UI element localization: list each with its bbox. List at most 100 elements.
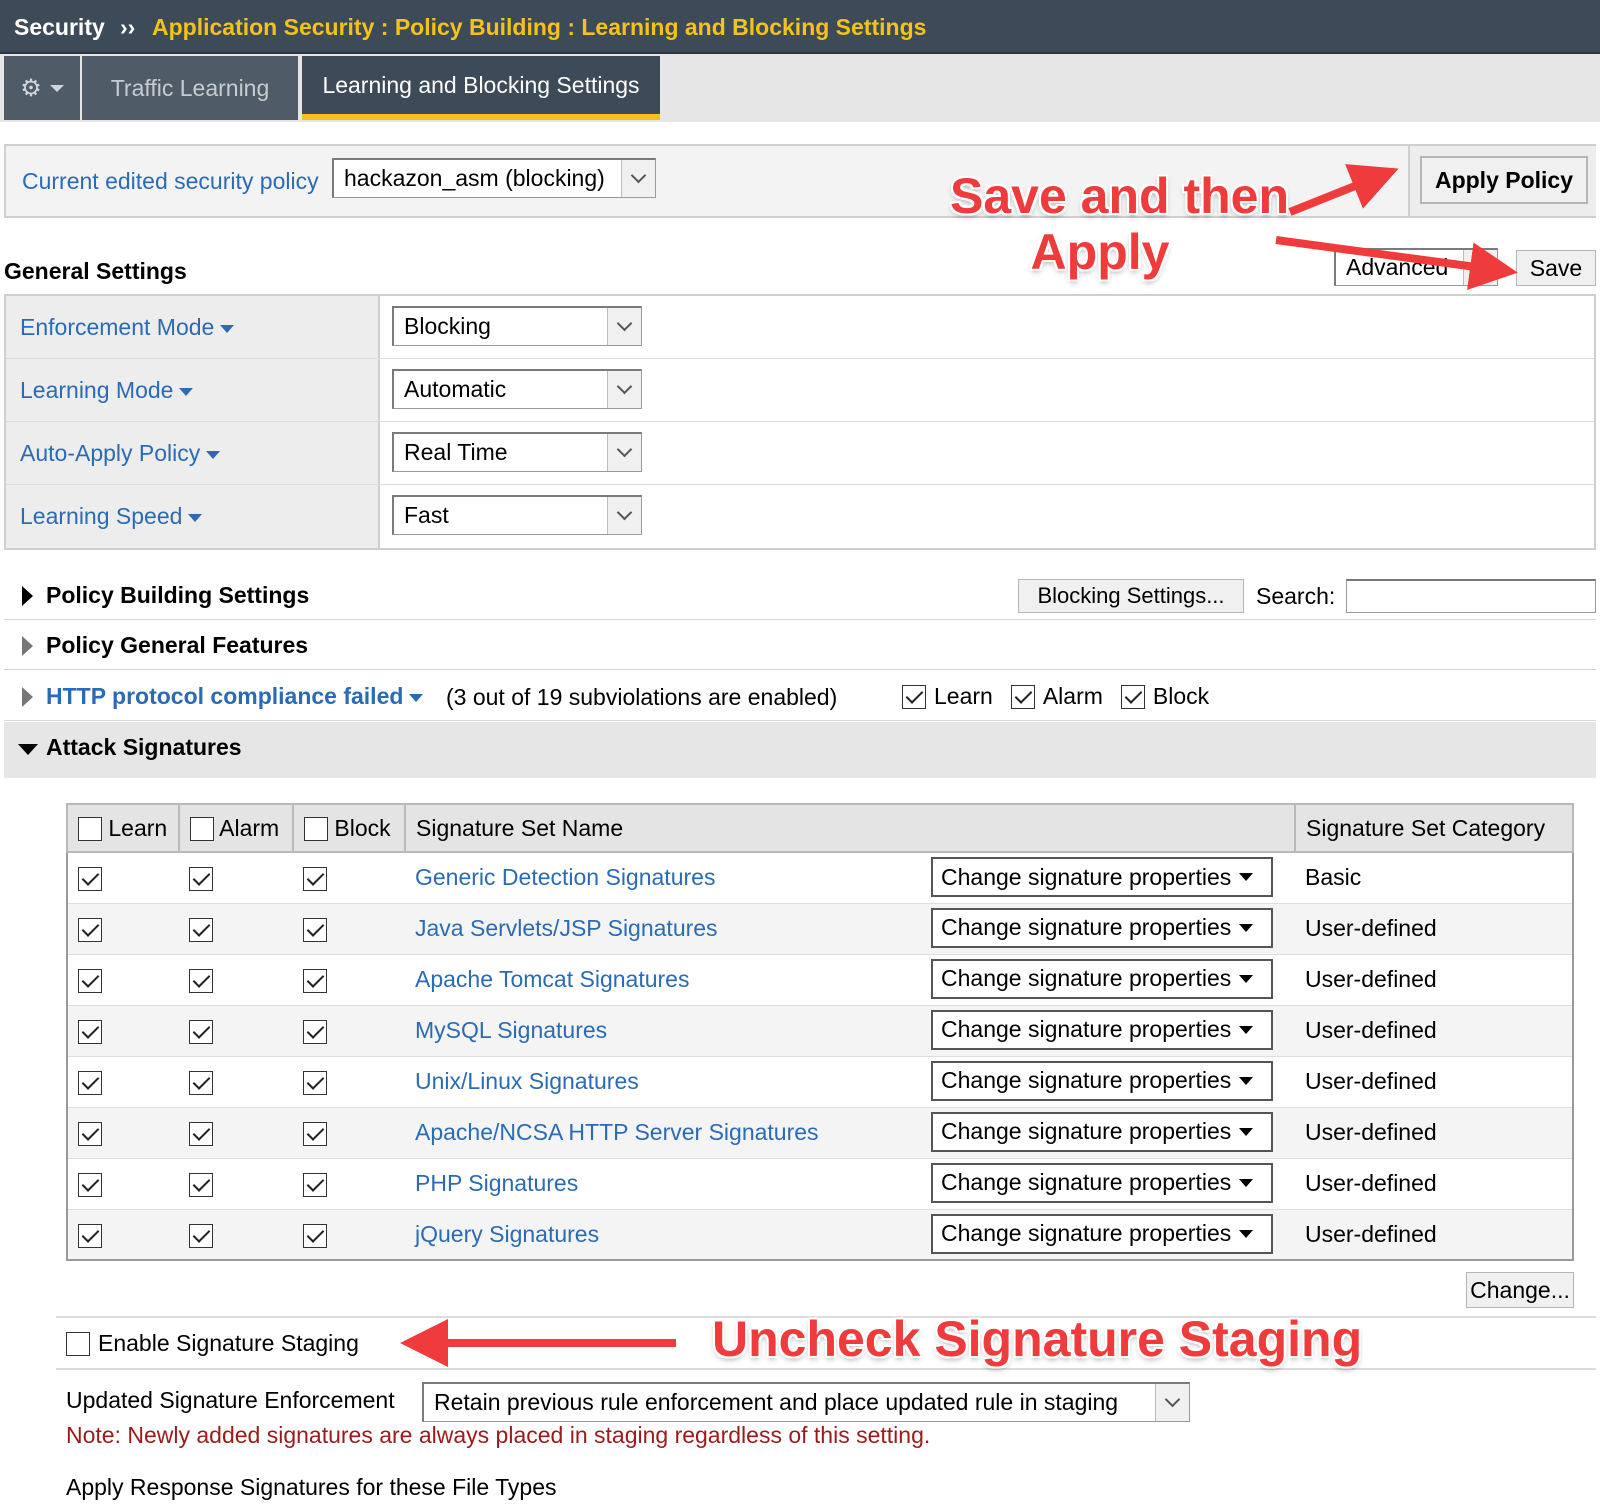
column-header-alarm[interactable]: Alarm [178,803,294,853]
http-alarm-checkbox[interactable]: Alarm [1010,683,1103,710]
change-signature-properties-dropdown[interactable]: Change signature properties [931,958,1273,999]
divider [56,1368,1596,1370]
block-checkbox[interactable] [303,1019,327,1044]
signature-set-link[interactable]: Java Servlets/JSP Signatures [415,915,718,941]
column-header-signature-set-name[interactable]: Signature Set Name [404,803,1296,853]
view-mode-select[interactable]: Advanced [1334,248,1498,286]
breadcrumb-separator: ›› [120,14,136,40]
learning-speed-select[interactable]: Fast [392,495,642,535]
save-button[interactable]: Save [1516,250,1596,286]
tab-bar: ⚙ Traffic Learning Learning and Blocking… [0,54,1600,122]
change-signature-properties-dropdown[interactable]: Change signature properties [931,1009,1273,1050]
chevron-down-icon [607,371,641,408]
alarm-checkbox[interactable] [189,968,213,993]
change-signature-properties-dropdown[interactable]: Change signature properties [931,1162,1273,1203]
block-checkbox[interactable] [303,1172,327,1197]
tab-learning-blocking-settings[interactable]: Learning and Blocking Settings [302,56,660,120]
general-settings-title: General Settings [4,258,187,284]
signature-set-link[interactable]: Generic Detection Signatures [415,864,715,890]
change-signature-properties-dropdown[interactable]: Change signature properties [931,857,1273,897]
tab-traffic-learning[interactable]: Traffic Learning [82,56,298,120]
http-compliance-link[interactable]: HTTP protocol compliance failed [46,683,424,710]
signature-set-link[interactable]: MySQL Signatures [415,1017,607,1043]
signature-set-link[interactable]: Unix/Linux Signatures [415,1068,639,1094]
column-header-signature-set-category[interactable]: Signature Set Category [1294,803,1574,853]
signature-set-link[interactable]: jQuery Signatures [415,1221,599,1247]
block-checkbox[interactable] [303,1070,327,1095]
learn-checkbox[interactable] [78,1172,102,1197]
caret-down-icon [1239,1076,1254,1085]
search-label: Search: [1256,583,1336,609]
apply-policy-button[interactable]: Apply Policy [1420,156,1588,204]
policy-label[interactable]: Current edited security policy [22,168,319,195]
alarm-checkbox[interactable] [189,1172,213,1197]
http-block-checkbox[interactable]: Block [1120,683,1209,710]
expand-icon[interactable] [22,687,33,707]
alarm-checkbox[interactable] [189,867,213,892]
learning-mode-select[interactable]: Automatic [392,369,642,409]
alarm-checkbox[interactable] [189,1019,213,1044]
column-header-block[interactable]: Block [292,803,406,853]
policy-general-features-section[interactable]: Policy General Features [4,620,1596,670]
caret-down-icon [220,324,235,333]
block-checkbox[interactable] [303,867,327,892]
change-signature-properties-dropdown[interactable]: Change signature properties [931,1213,1273,1254]
signature-set-category: User-defined [1295,903,1573,955]
change-signature-properties-dropdown[interactable]: Change signature properties [931,907,1273,948]
block-checkbox[interactable] [303,917,327,942]
chevron-down-icon [621,160,655,197]
alarm-checkbox[interactable] [189,1223,213,1248]
change-button[interactable]: Change... [1466,1272,1574,1308]
auto-apply-policy-label[interactable]: Auto-Apply Policy [20,440,221,467]
chevron-down-icon [1463,250,1497,285]
change-signature-properties-dropdown[interactable]: Change signature properties [931,1111,1273,1152]
http-learn-checkbox[interactable]: Learn [902,683,993,710]
change-signature-properties-dropdown[interactable]: Change signature properties [931,1060,1273,1101]
select-all-block-checkbox[interactable] [304,817,328,842]
learn-checkbox[interactable] [78,1121,102,1146]
caret-down-icon [1239,873,1254,881]
setting-row-learning-mode: Learning Mode Automatic [6,359,1594,422]
settings-menu-button[interactable]: ⚙ [4,56,80,120]
blocking-settings-button[interactable]: Blocking Settings... [1018,579,1244,613]
alarm-checkbox[interactable] [189,1070,213,1095]
attack-signatures-header[interactable]: Attack Signatures [4,722,1596,778]
learn-checkbox[interactable] [78,1019,102,1044]
enforcement-mode-select[interactable]: Blocking [392,306,642,346]
auto-apply-policy-select[interactable]: Real Time [392,432,642,472]
chevron-down-icon [607,308,641,345]
enable-signature-staging-checkbox[interactable] [66,1331,90,1356]
alarm-checkbox[interactable] [189,1121,213,1146]
search-input[interactable] [1346,579,1596,613]
table-row: PHP Signatures Change signature propertie… [67,1158,1573,1210]
general-settings-table: Enforcement Mode Blocking Learning Mode … [4,294,1596,550]
signature-set-link[interactable]: Apache Tomcat Signatures [415,966,689,992]
enable-signature-staging[interactable]: Enable Signature Staging [66,1330,359,1357]
signature-set-link[interactable]: PHP Signatures [415,1170,578,1196]
enforcement-mode-label[interactable]: Enforcement Mode [20,314,235,341]
select-all-learn-checkbox[interactable] [78,817,102,842]
learning-speed-label[interactable]: Learning Speed [20,503,203,530]
table-row: Unix/Linux Signatures Change signature pr… [67,1056,1573,1108]
learn-checkbox[interactable] [78,867,102,892]
block-checkbox[interactable] [303,1121,327,1146]
caret-down-icon [1239,1127,1254,1136]
learn-checkbox[interactable] [78,1070,102,1095]
learn-checkbox[interactable] [78,917,102,942]
block-checkbox[interactable] [303,1223,327,1248]
breadcrumb-root[interactable]: Security [14,14,105,41]
block-checkbox[interactable] [303,968,327,993]
column-header-learn[interactable]: Learn [66,803,180,853]
policy-general-features-title: Policy General Features [46,632,309,658]
select-all-alarm-checkbox[interactable] [190,817,214,842]
learn-checkbox[interactable] [78,968,102,993]
signature-set-link[interactable]: Apache/NCSA HTTP Server Signatures [415,1119,819,1145]
caret-down-icon [409,693,424,702]
learning-mode-label[interactable]: Learning Mode [20,377,194,404]
policy-select[interactable]: hackazon_asm (blocking) [332,158,656,198]
signature-set-category: Basic [1295,852,1573,904]
learn-checkbox[interactable] [78,1223,102,1248]
updated-signature-enforcement-select[interactable]: Retain previous rule enforcement and pla… [422,1382,1190,1422]
signature-sets-table: Learn Alarm Block Signature Set Name Sig… [66,803,1574,1261]
alarm-checkbox[interactable] [189,917,213,942]
